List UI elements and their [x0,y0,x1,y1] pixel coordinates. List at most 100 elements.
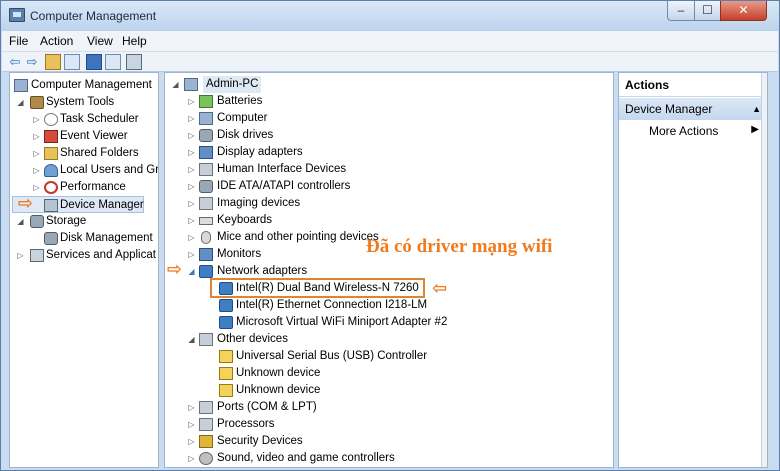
more-actions-link[interactable]: More Actions [649,124,718,138]
title-bar[interactable]: Computer Management – ☐ ✕ [1,1,779,31]
local-users-icon [44,164,58,177]
forward-arrow-icon[interactable]: ⇨ [24,54,40,70]
expand-triangle-icon[interactable]: ▷ [16,247,25,264]
back-arrow-icon[interactable]: ⇦ [7,54,23,70]
menu-help[interactable]: Help [122,34,147,48]
expand-triangle-icon[interactable]: ▷ [32,128,41,145]
tree-label: Processors [217,418,275,430]
expand-triangle-icon[interactable]: ▷ [187,246,196,263]
tree-label: Computer Management [31,79,152,91]
expand-triangle-icon[interactable]: ▷ [187,399,196,416]
collapse-triangle-icon[interactable]: ◢ [16,213,25,230]
pointer-arrow-icon: ⇨ [167,259,183,279]
keyboard-icon [199,217,213,225]
camera-icon [199,197,213,210]
tree-label: System Tools [46,96,115,108]
expand-triangle-icon[interactable]: ▷ [32,179,41,196]
tree-label: Ports (COM & LPT) [217,401,317,413]
computer-management-icon [9,8,25,22]
tree-label: Disk Management [60,232,153,244]
tree-label: Shared Folders [60,147,139,159]
task-scheduler-icon [44,113,58,126]
storage-icon [30,215,44,228]
tree-label: Security Devices [217,435,303,447]
computer-management-icon [14,79,28,92]
expand-triangle-icon[interactable]: ▷ [187,110,196,127]
computer-management-window: Computer Management – ☐ ✕ File Action Vi… [0,0,780,471]
highlight-box [210,278,425,298]
refresh-icon[interactable] [126,54,142,70]
tree-label: Mice and other pointing devices [217,231,379,243]
port-icon [199,401,213,414]
warning-device-icon [219,367,233,380]
warning-device-icon [219,350,233,363]
tree-label: Microsoft Virtual WiFi Miniport Adapter … [236,316,448,328]
tree-label: Event Viewer [60,130,128,142]
security-device-icon [199,435,213,448]
expand-triangle-icon[interactable]: ▷ [187,450,196,467]
submenu-arrow-icon[interactable]: ▶ [751,124,759,135]
close-button[interactable]: ✕ [720,1,767,21]
display-adapter-icon [199,146,213,159]
tree-label: Performance [60,181,126,193]
warning-device-icon [219,384,233,397]
actions-scrollbar[interactable] [761,73,767,467]
battery-icon [199,95,213,108]
expand-triangle-icon[interactable]: ▷ [187,161,196,178]
annotation-text: Đã có driver mạng wifi [366,236,553,257]
collapse-triangle-icon[interactable]: ◢ [171,76,180,93]
expand-triangle-icon[interactable]: ▷ [187,212,196,229]
event-viewer-icon [44,130,58,143]
system-tools-icon [30,96,44,109]
maximize-button[interactable]: ☐ [694,1,721,21]
network-adapter-icon [219,299,233,312]
menu-view[interactable]: View [87,34,113,48]
window-title: Computer Management [30,9,157,23]
performance-icon [44,181,58,194]
tree-label: Imaging devices [217,197,301,209]
expand-triangle-icon[interactable]: ▷ [187,144,196,161]
expand-triangle-icon[interactable]: ▷ [32,145,41,162]
up-folder-icon[interactable] [45,54,61,70]
menu-action[interactable]: Action [40,34,73,48]
show-hide-tree-icon[interactable] [64,54,80,70]
tree-label: Intel(R) Ethernet Connection I218-LM [236,299,428,311]
expand-triangle-icon[interactable]: ▷ [187,229,196,246]
expand-triangle-icon[interactable]: ▷ [187,433,196,450]
tree-label: Local Users and Gr [60,164,159,176]
collapse-triangle-icon[interactable]: ◢ [187,263,196,280]
section-label: Device Manager [625,102,713,116]
menu-file[interactable]: File [9,34,28,48]
pointer-arrow-icon: ⇦ [432,278,448,298]
minimize-button[interactable]: – [667,1,695,21]
tree-label: Device Manager [60,199,144,211]
mouse-icon [201,231,211,244]
tree-label: Unknown device [236,384,321,396]
actions-pane: Actions Device Manager ▲ More Actions ▶ [618,72,768,468]
expand-triangle-icon[interactable]: ▷ [187,127,196,144]
tree-label: Unknown device [236,367,321,379]
disk-management-icon [44,232,58,245]
menu-bar: File Action View Help [2,31,778,52]
help-icon[interactable] [86,54,102,70]
sound-icon [199,452,213,465]
actions-section-device-manager[interactable]: Device Manager ▲ [619,98,767,120]
processor-icon [199,418,213,431]
tree-label: Task Scheduler [60,113,139,125]
expand-triangle-icon[interactable]: ▷ [32,111,41,128]
pointer-arrow-icon: ⇨ [18,193,34,213]
collapse-up-icon[interactable]: ▲ [752,98,761,120]
computer-icon [184,78,198,91]
monitor-icon [199,248,213,261]
expand-triangle-icon[interactable]: ▷ [187,93,196,110]
actions-title: Actions [619,73,767,97]
device-tree-pane: ◢ Admin-PC ▷ Batteries ▷ Computer ▷ Disk… [164,72,614,468]
expand-triangle-icon[interactable]: ▷ [187,416,196,433]
collapse-triangle-icon[interactable]: ◢ [16,94,25,111]
expand-triangle-icon[interactable]: ▷ [187,195,196,212]
hid-icon [199,163,213,176]
properties-icon[interactable] [105,54,121,70]
collapse-triangle-icon[interactable]: ◢ [187,331,196,348]
expand-triangle-icon[interactable]: ▷ [32,162,41,179]
expand-triangle-icon[interactable]: ▷ [187,178,196,195]
